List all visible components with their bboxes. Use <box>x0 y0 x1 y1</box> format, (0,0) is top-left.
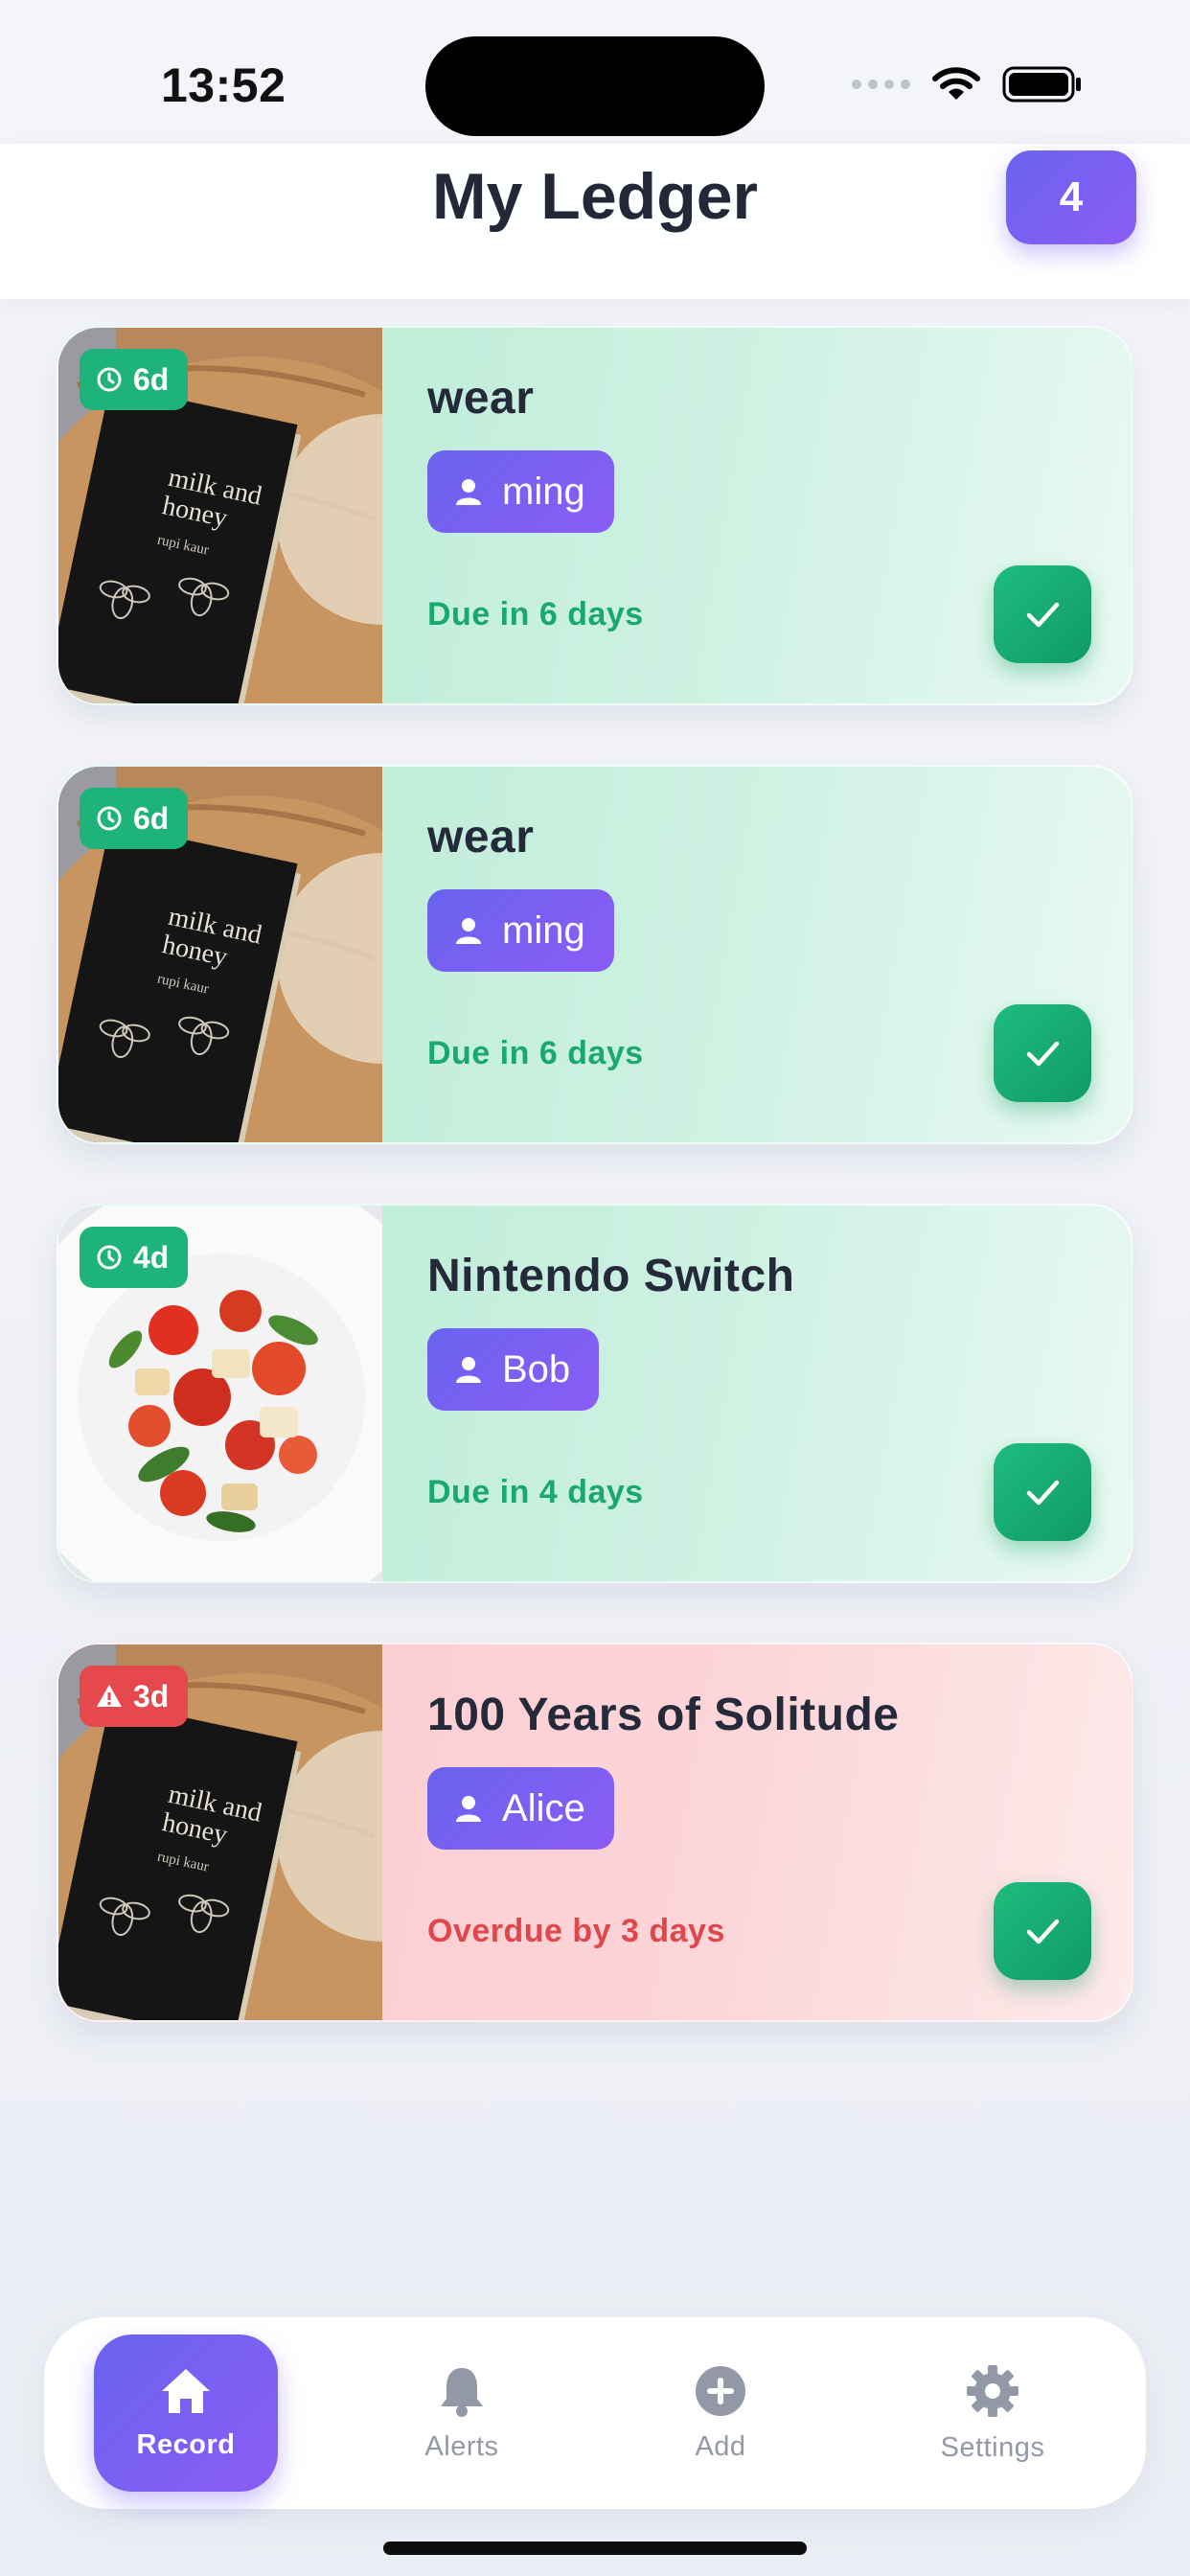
screen: 13:52 My Ledger 4 milk and honey rupi ka… <box>0 0 1190 2576</box>
bell-icon <box>441 2367 483 2417</box>
tab-label: Add <box>695 2430 746 2462</box>
days-chip: 4d <box>80 1227 189 1288</box>
item-thumbnail: milk and honey rupi kaur 3d <box>58 1644 382 2022</box>
person-icon <box>456 1796 481 1822</box>
check-icon <box>1026 602 1060 628</box>
item-name: wear <box>427 812 535 862</box>
due-status: Due in 6 days <box>427 1035 644 1071</box>
clock-icon <box>97 1245 122 1270</box>
battery-icon <box>1002 66 1081 103</box>
item-thumbnail: milk and honey rupi kaur 6d <box>58 767 382 1144</box>
days-chip: 6d <box>80 349 189 410</box>
borrower-chip[interactable]: Alice <box>427 1767 614 1850</box>
borrower-chip[interactable]: Bob <box>427 1328 600 1411</box>
days-chip: 6d <box>80 788 189 849</box>
days-chip-label: 6d <box>133 361 170 397</box>
borrower-chip[interactable]: ming <box>427 450 614 533</box>
ledger-card[interactable]: milk and honey rupi kaur 3d 100 Years of… <box>57 1643 1133 2022</box>
item-name: wear <box>427 373 535 424</box>
tab-record[interactable]: Record <box>94 2334 278 2492</box>
warning-icon <box>97 1685 122 1707</box>
status-time: 13:52 <box>161 58 286 112</box>
days-chip-label: 3d <box>133 1678 170 1714</box>
days-chip-label: 4d <box>133 1239 170 1275</box>
clock-icon <box>97 806 122 831</box>
ledger-card[interactable]: milk and honey rupi kaur 6d wear ming Du… <box>57 765 1133 1144</box>
dynamic-island <box>425 36 765 136</box>
tab-label: Settings <box>940 2431 1045 2463</box>
ledger-card[interactable]: milk and honey rupi kaur 6d wear ming Du… <box>57 326 1133 705</box>
item-name: 100 Years of Solitude <box>427 1690 900 1740</box>
person-icon <box>456 1357 481 1383</box>
tab-label: Alerts <box>424 2430 499 2462</box>
clock-icon <box>97 367 122 392</box>
borrower-name: Bob <box>502 1347 571 1391</box>
mark-returned-button[interactable] <box>994 1882 1091 1980</box>
plus-circle-icon <box>696 2365 745 2416</box>
tab-label: Record <box>136 2428 236 2460</box>
mark-returned-button[interactable] <box>994 1443 1091 1541</box>
ledger-card[interactable]: 4d Nintendo Switch Bob Due in 4 days <box>57 1204 1133 1583</box>
due-status: Due in 4 days <box>427 1474 644 1510</box>
tab-settings[interactable]: Settings <box>901 2334 1085 2492</box>
status-icons <box>852 65 1083 104</box>
item-thumbnail: milk and honey rupi kaur 6d <box>58 328 382 705</box>
check-icon <box>1026 1041 1060 1067</box>
wifi-icon <box>932 67 980 100</box>
item-thumbnail: 4d <box>58 1206 382 1581</box>
check-icon <box>1026 1480 1060 1506</box>
tab-bar: Record Alerts Add Settings <box>44 2317 1146 2509</box>
check-icon <box>1026 1919 1060 1944</box>
item-count-badge[interactable]: 4 <box>1006 150 1136 244</box>
borrower-name: ming <box>502 470 585 513</box>
tab-add[interactable]: Add <box>629 2334 812 2492</box>
person-icon <box>456 918 481 944</box>
due-status: Overdue by 3 days <box>427 1913 725 1949</box>
signal-icon <box>852 80 910 89</box>
borrower-name: ming <box>502 908 585 952</box>
due-status: Due in 6 days <box>427 596 644 632</box>
item-name: Nintendo Switch <box>427 1251 795 1301</box>
person-icon <box>456 479 481 505</box>
gear-icon <box>967 2364 1018 2417</box>
home-indicator[interactable] <box>383 2542 807 2555</box>
mark-returned-button[interactable] <box>994 1004 1091 1102</box>
days-chip: 3d <box>80 1666 189 1727</box>
tab-alerts[interactable]: Alerts <box>370 2334 554 2492</box>
days-chip-label: 6d <box>133 800 170 836</box>
mark-returned-button[interactable] <box>994 565 1091 663</box>
home-icon <box>162 2368 210 2413</box>
borrower-name: Alice <box>502 1786 585 1829</box>
borrower-chip[interactable]: ming <box>427 889 614 972</box>
